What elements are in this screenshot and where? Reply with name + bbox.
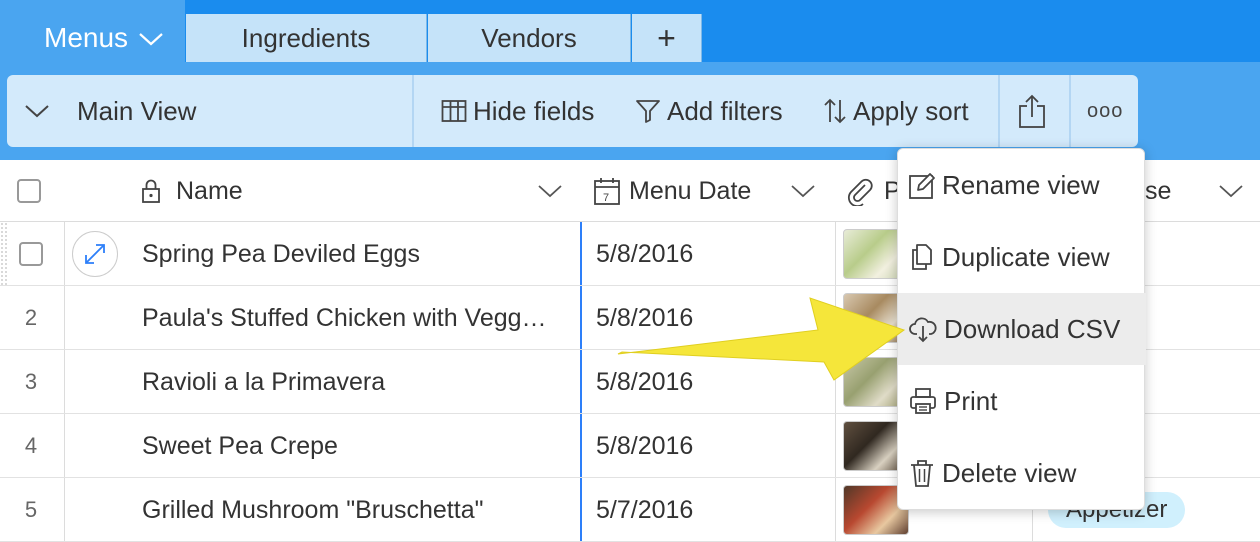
column-header-photo[interactable]: P (846, 160, 901, 222)
tab-vendors-label: Vendors (481, 22, 577, 53)
lock-icon (142, 179, 160, 203)
row-number: 3 (24, 369, 38, 394)
chevron-down-icon[interactable] (537, 183, 563, 199)
row-checkbox[interactable] (0, 222, 62, 286)
divider (1069, 75, 1071, 147)
column-menu-date-label: Menu Date (629, 176, 752, 205)
view-switcher[interactable]: Main View (23, 75, 196, 147)
filter-icon (636, 100, 660, 123)
column-name-label: Name (176, 176, 243, 205)
menu-item-label: Delete view (942, 457, 1077, 488)
cell-menu-date[interactable]: 5/8/2016 (596, 286, 693, 350)
row-number: 5 (24, 497, 38, 522)
view-options-menu: Rename view Duplicate view Download CSV … (897, 148, 1146, 510)
duplicate-icon (912, 244, 932, 270)
menu-item-rename-view[interactable]: Rename view (898, 149, 1146, 221)
chevron-down-icon (139, 33, 163, 46)
menu-item-delete-view[interactable]: Delete view (898, 437, 1146, 509)
add-table-label: + (657, 19, 676, 56)
cell-name[interactable]: Sweet Pea Crepe (142, 414, 572, 478)
divider (998, 75, 1000, 147)
view-name: Main View (77, 95, 197, 126)
share-button[interactable] (1017, 75, 1053, 147)
cell-name[interactable]: Grilled Mushroom "Bruschetta" (142, 478, 572, 542)
sort-icon (824, 98, 846, 124)
menu-item-label: Print (944, 385, 998, 416)
menu-item-duplicate-view[interactable]: Duplicate view (898, 221, 1146, 293)
hide-fields-button[interactable]: Hide fields (441, 75, 594, 147)
menu-item-label: Rename view (942, 169, 1100, 200)
expand-icon (85, 244, 105, 264)
base-tab-bar: Menus Ingredients Vendors + (0, 0, 1260, 62)
trash-icon (911, 460, 933, 487)
drag-handle[interactable] (0, 222, 8, 286)
apply-sort-button[interactable]: Apply sort (823, 75, 969, 147)
tab-vendors[interactable]: Vendors (428, 14, 631, 62)
cell-name[interactable]: Spring Pea Deviled Eggs (142, 222, 572, 286)
svg-text:7: 7 (603, 192, 609, 204)
add-table-button[interactable]: + (632, 14, 702, 62)
calendar-icon: 7 (594, 178, 620, 205)
pencil-edit-icon (909, 173, 935, 199)
table-columns-icon (441, 100, 467, 122)
select-all-checkbox[interactable] (17, 160, 41, 222)
view-bar: Main View Hide fields Add filters Apply … (7, 75, 1138, 147)
cell-menu-date[interactable]: 5/8/2016 (596, 414, 693, 478)
cell-menu-date[interactable]: 5/8/2016 (596, 350, 693, 414)
share-icon (1019, 94, 1045, 128)
tab-ingredients[interactable]: Ingredients (186, 14, 427, 62)
column-header-course[interactable]: se (1145, 160, 1171, 222)
chevron-down-icon[interactable] (1218, 183, 1244, 199)
column-course-label: se (1145, 176, 1172, 205)
chevron-down-icon (25, 105, 49, 118)
printer-icon (910, 388, 936, 414)
tab-menus[interactable]: Menus (0, 14, 185, 62)
column-header-menu-date[interactable]: 7 Menu Date (593, 160, 751, 222)
divider (412, 75, 414, 147)
cell-menu-date[interactable]: 5/7/2016 (596, 478, 693, 542)
menu-item-download-csv[interactable]: Download CSV (898, 293, 1146, 365)
menu-item-label: Duplicate view (942, 241, 1110, 272)
hide-fields-label: Hide fields (473, 95, 595, 126)
menu-item-print[interactable]: Print (898, 365, 1146, 437)
cell-menu-date[interactable]: 5/8/2016 (596, 222, 693, 286)
cloud-download-icon (909, 317, 937, 343)
expand-record-button[interactable] (72, 231, 118, 277)
apply-sort-label: Apply sort (853, 95, 969, 126)
menu-item-label: Download CSV (944, 313, 1121, 344)
add-filters-label: Add filters (667, 95, 783, 126)
more-options-icon: ooo (1087, 99, 1124, 122)
column-header-name[interactable]: Name (140, 160, 243, 222)
chevron-down-icon[interactable] (790, 183, 816, 199)
row-number: 2 (24, 305, 38, 330)
cell-name[interactable]: Paula's Stuffed Chicken with Vegg… (142, 286, 572, 350)
tab-ingredients-label: Ingredients (241, 22, 371, 53)
row-number: 4 (24, 433, 38, 458)
paperclip-icon (847, 178, 873, 206)
more-options-button[interactable]: ooo (1087, 75, 1123, 147)
cell-name[interactable]: Ravioli a la Primavera (142, 350, 572, 414)
tab-menus-label: Menus (44, 22, 129, 53)
add-filters-button[interactable]: Add filters (635, 75, 783, 147)
